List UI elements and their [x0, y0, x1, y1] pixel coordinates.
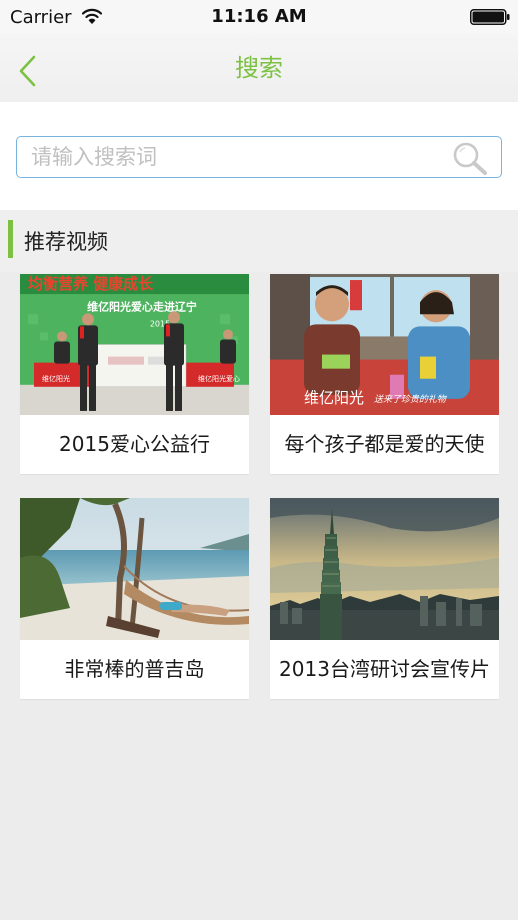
video-title: 2013台湾研讨会宣传片 — [279, 657, 490, 681]
search-input[interactable] — [31, 137, 451, 177]
video-card[interactable]: 2013台湾研讨会宣传片 — [270, 498, 499, 699]
video-card[interactable]: 均衡营养 健康成长 维亿阳光爱心走进辽宁 2015 维亿阳光 维亿阳光爱心 20… — [20, 274, 249, 474]
thumb-caption: 维亿阳光 — [304, 389, 364, 407]
clock: 11:16 AM — [211, 6, 307, 27]
thumb-caption-script: 送来了珍贵的礼物 — [374, 394, 448, 405]
video-thumbnail: 均衡营养 健康成长 维亿阳光爱心走进辽宁 2015 维亿阳光 维亿阳光爱心 — [20, 274, 249, 415]
video-card[interactable]: 维亿阳光 送来了珍贵的礼物 每个孩子都是爱的天使 — [270, 274, 499, 474]
section-accent-bar — [8, 220, 13, 258]
page-title: 搜索 — [235, 54, 283, 82]
search-icon[interactable] — [451, 140, 489, 176]
thumb-side-text: 维亿阳光爱心 — [198, 374, 240, 383]
search-box[interactable] — [16, 136, 502, 178]
video-title: 每个孩子都是爱的天使 — [284, 432, 485, 456]
search-area — [0, 102, 518, 210]
video-title: 2015爱心公益行 — [59, 432, 210, 456]
section-header: 推荐视频 — [0, 210, 518, 272]
video-title: 非常棒的普吉岛 — [64, 657, 205, 681]
navigation-bar: 搜索 — [0, 34, 518, 102]
thumb-logo-text: 维亿阳光 — [42, 374, 70, 383]
status-bar: Carrier 11:16 AM — [0, 0, 518, 34]
thumb-banner-text: 维亿阳光爱心走进辽宁 — [87, 299, 197, 313]
video-card[interactable]: 非常棒的普吉岛 — [20, 498, 249, 699]
battery-icon — [470, 9, 510, 25]
video-grid: 均衡营养 健康成长 维亿阳光爱心走进辽宁 2015 维亿阳光 维亿阳光爱心 20… — [0, 272, 518, 920]
video-thumbnail — [270, 498, 499, 640]
thumb-top-text: 均衡营养 健康成长 — [28, 275, 154, 293]
video-thumbnail: 维亿阳光 送来了珍贵的礼物 — [270, 274, 499, 415]
video-thumbnail — [20, 498, 249, 640]
section-title: 推荐视频 — [24, 230, 108, 254]
